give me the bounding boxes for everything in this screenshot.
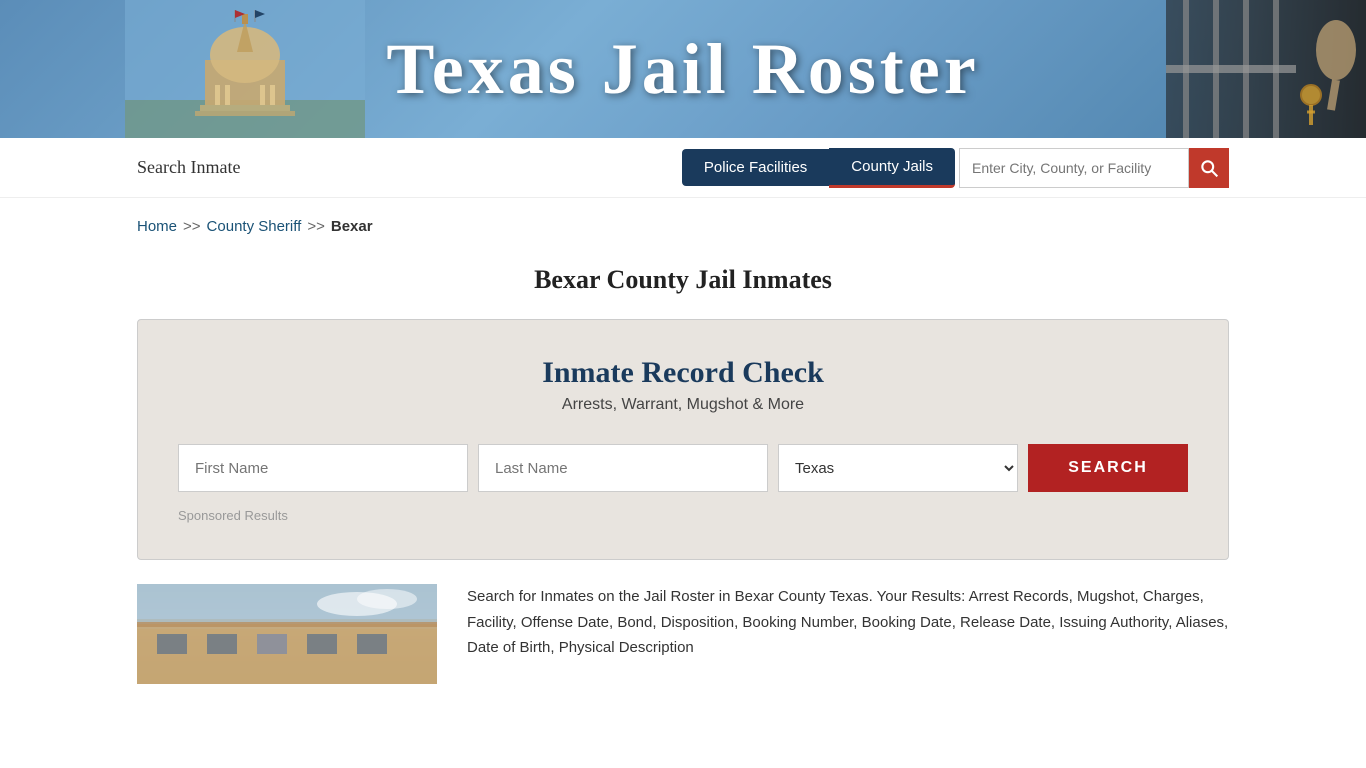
building-thumbnail bbox=[137, 584, 437, 684]
building-svg bbox=[137, 584, 437, 684]
record-check-title: Inmate Record Check bbox=[178, 356, 1188, 390]
breadcrumb-home[interactable]: Home bbox=[137, 218, 177, 235]
record-check-box: Inmate Record Check Arrests, Warrant, Mu… bbox=[137, 319, 1229, 560]
search-icon bbox=[1199, 158, 1219, 178]
right-image-area bbox=[1166, 0, 1366, 138]
first-name-input[interactable] bbox=[178, 444, 468, 492]
sponsored-results-label: Sponsored Results bbox=[178, 508, 1188, 523]
tab-police-facilities[interactable]: Police Facilities bbox=[682, 149, 829, 186]
bottom-section: Search for Inmates on the Jail Roster in… bbox=[0, 584, 1366, 684]
record-check-subtitle: Arrests, Warrant, Mugshot & More bbox=[178, 396, 1188, 414]
facility-search-button[interactable] bbox=[1189, 148, 1229, 188]
breadcrumb-county-sheriff[interactable]: County Sheriff bbox=[207, 218, 302, 235]
capitol-image-area bbox=[125, 0, 365, 138]
breadcrumb: Home >> County Sheriff >> Bexar bbox=[0, 198, 1366, 255]
nav-bar: Search Inmate Police Facilities County J… bbox=[0, 138, 1366, 198]
facility-search-input[interactable] bbox=[959, 148, 1189, 188]
state-select[interactable]: Texas Alabama Alaska Arizona Arkansas Ca… bbox=[778, 444, 1018, 492]
breadcrumb-sep2: >> bbox=[307, 218, 325, 235]
page-title: Bexar County Jail Inmates bbox=[0, 255, 1366, 319]
description-text: Search for Inmates on the Jail Roster in… bbox=[467, 584, 1229, 684]
nav-tabs: Police Facilities County Jails bbox=[682, 148, 955, 188]
breadcrumb-sep1: >> bbox=[183, 218, 201, 235]
header-banner: Texas Jail Roster bbox=[0, 0, 1366, 138]
search-inmate-label: Search Inmate bbox=[137, 157, 682, 178]
tab-county-jails[interactable]: County Jails bbox=[829, 148, 955, 188]
inmate-search-button[interactable]: SEARCH bbox=[1028, 444, 1188, 492]
site-title: Texas Jail Roster bbox=[386, 29, 979, 109]
last-name-input[interactable] bbox=[478, 444, 768, 492]
banner-title-area: Texas Jail Roster bbox=[386, 28, 979, 111]
breadcrumb-current: Bexar bbox=[331, 218, 373, 235]
facility-search-wrapper bbox=[959, 148, 1229, 188]
inmate-search-form: Texas Alabama Alaska Arizona Arkansas Ca… bbox=[178, 444, 1188, 492]
